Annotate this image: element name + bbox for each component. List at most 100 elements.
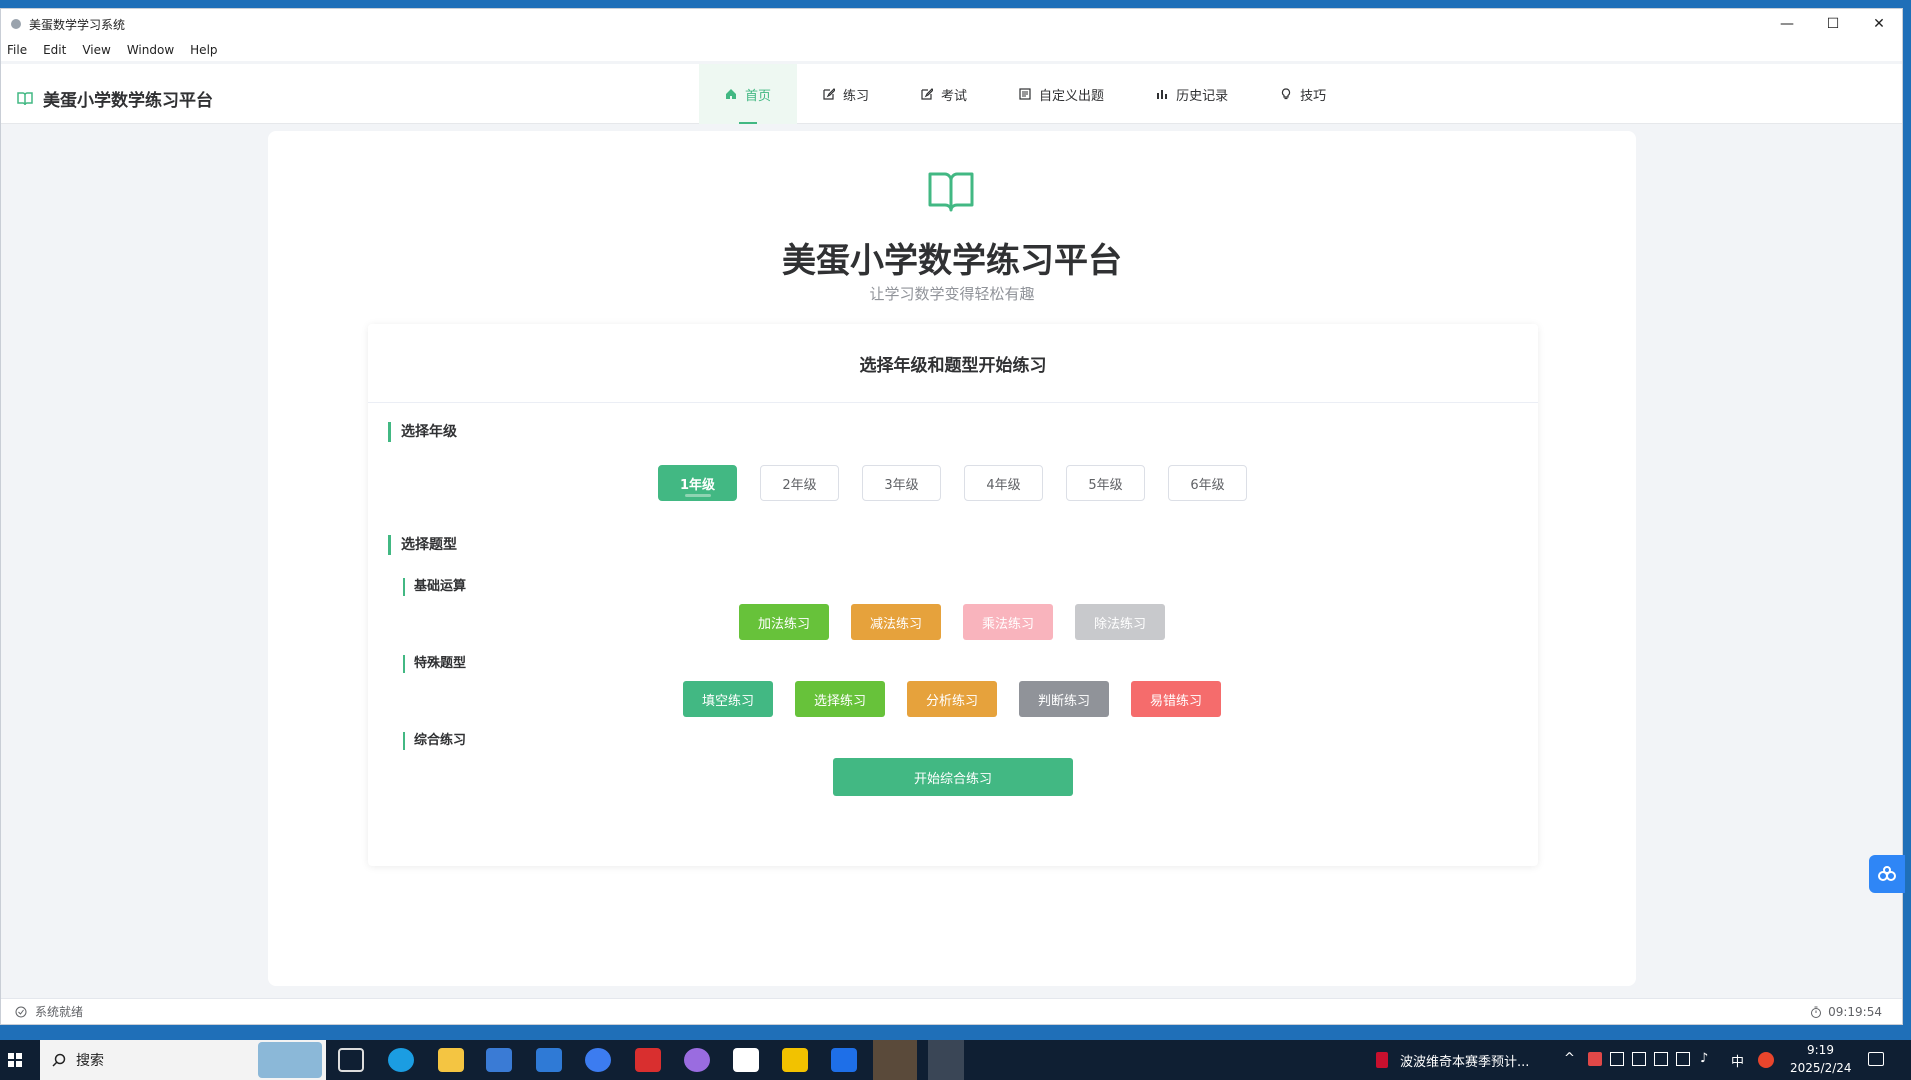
brand[interactable]: 美蛋小学数学练习平台	[17, 86, 213, 111]
window-title: 美蛋数学学习系统	[29, 17, 126, 32]
close-button[interactable]: ✕	[1856, 9, 1902, 39]
nav-history[interactable]: 历史记录	[1130, 64, 1254, 124]
sogou-tray-icon[interactable]	[1758, 1052, 1774, 1068]
multiplication-button[interactable]: 乘法练习	[963, 604, 1053, 640]
hero-title: 美蛋小学数学练习平台	[782, 241, 1122, 281]
grade-button-5[interactable]: 5年级	[1066, 465, 1145, 501]
taskbar: 搜索 波波维奇本赛季预计... ^ ♪ 中 9:19 2025/2/24	[0, 1040, 1911, 1080]
maximize-button[interactable]: ☐	[1810, 9, 1856, 39]
judge-button[interactable]: 判断练习	[1019, 681, 1109, 717]
nav-exam-label: 考试	[941, 88, 968, 104]
mistakes-button[interactable]: 易错练习	[1131, 681, 1221, 717]
security-tray-icon[interactable]	[1588, 1052, 1602, 1066]
choice-button[interactable]: 选择练习	[795, 681, 885, 717]
grade-button-2[interactable]: 2年级	[760, 465, 839, 501]
main-nav: 首页 练习 考试 自定义出题 历史记录 技巧	[699, 64, 1352, 124]
analysis-button[interactable]: 分析练习	[907, 681, 997, 717]
bulb-icon	[1281, 88, 1291, 100]
panel-title: 选择年级和题型开始练习	[368, 324, 1538, 403]
grade-section-label: 选择年级	[388, 422, 457, 442]
ime-indicator[interactable]: 中	[1731, 1051, 1744, 1070]
selection-panel: 选择年级和题型开始练习 选择年级 1年级 2年级 3年级 4年级 5年级 6年级…	[368, 324, 1538, 866]
nav-history-label: 历史记录	[1176, 88, 1229, 104]
edit-icon	[921, 88, 934, 100]
basic-label: 基础运算	[403, 578, 466, 596]
special-label: 特殊题型	[403, 655, 466, 673]
notification-icon[interactable]	[1868, 1052, 1884, 1066]
windows-start-icon[interactable]	[8, 1053, 22, 1067]
hero-subtitle: 让学习数学变得轻松有趣	[869, 285, 1035, 303]
nav-home-label: 首页	[745, 88, 772, 104]
assistant-icon	[1878, 866, 1896, 881]
search-icon	[52, 1053, 66, 1067]
store-icon[interactable]	[486, 1048, 512, 1072]
menu-file[interactable]: File	[7, 43, 27, 57]
book-icon	[928, 172, 974, 212]
brand-title: 美蛋小学数学练习平台	[43, 91, 213, 111]
addition-button[interactable]: 加法练习	[739, 604, 829, 640]
grade-button-6[interactable]: 6年级	[1168, 465, 1247, 501]
mail-icon[interactable]	[536, 1048, 562, 1072]
grade-button-1[interactable]: 1年级	[658, 465, 737, 501]
taskbar-search[interactable]: 搜索	[40, 1040, 326, 1080]
assistant-float-button[interactable]	[1869, 855, 1905, 893]
division-button[interactable]: 除法练习	[1075, 604, 1165, 640]
menu-edit[interactable]: Edit	[43, 43, 66, 57]
nav-exam[interactable]: 考试	[895, 64, 993, 124]
task-view-icon[interactable]	[338, 1048, 364, 1072]
edit-icon	[823, 88, 836, 100]
combo-label: 综合练习	[403, 732, 466, 750]
nav-custom-label: 自定义出题	[1039, 88, 1105, 104]
battery-tray-icon[interactable]	[1654, 1052, 1668, 1066]
nav-practice[interactable]: 练习	[797, 64, 895, 124]
document-icon	[1019, 88, 1031, 100]
chart-tray-icon[interactable]	[1632, 1052, 1646, 1066]
volume-icon[interactable]: ♪	[1700, 1051, 1708, 1066]
book-icon	[17, 91, 33, 105]
app-icon	[11, 19, 21, 29]
start-combo-button[interactable]: 开始综合练习	[833, 758, 1073, 796]
menu-bar: File Edit View Window Help	[1, 39, 1902, 61]
app-icon-blue[interactable]	[831, 1048, 857, 1072]
app-header: 美蛋小学数学练习平台 首页 练习 考试 自定义出题 历史记录 技巧	[1, 64, 1902, 124]
minimize-button[interactable]: —	[1764, 9, 1810, 39]
math-app-taskbar-icon[interactable]	[928, 1040, 964, 1080]
tray-icons	[1588, 1052, 1692, 1068]
wechat-icon[interactable]	[873, 1040, 917, 1080]
news-ticker[interactable]: 波波维奇本赛季预计...	[1400, 1051, 1529, 1070]
file-explorer-icon[interactable]	[438, 1048, 464, 1072]
assistant-app-icon[interactable]	[733, 1048, 759, 1072]
check-circle-icon	[15, 1006, 27, 1017]
news-icon	[1376, 1052, 1388, 1068]
search-label: 搜索	[76, 1053, 104, 1069]
status-text: 系统就绪	[35, 1005, 84, 1019]
menu-help[interactable]: Help	[190, 43, 217, 57]
status-time: 09:19:54	[1828, 1004, 1882, 1019]
menu-view[interactable]: View	[82, 43, 110, 57]
menu-window[interactable]: Window	[127, 43, 174, 57]
clock-icon	[1811, 1006, 1822, 1018]
tray-overflow-icon[interactable]: ^	[1564, 1051, 1575, 1066]
clock-date[interactable]: 2025/2/24	[1790, 1061, 1852, 1075]
fill-blank-button[interactable]: 填空练习	[683, 681, 773, 717]
app-window: 美蛋数学学习系统 — ☐ ✕ File Edit View Window Hel…	[0, 8, 1903, 1025]
app-icon-purple[interactable]	[684, 1048, 710, 1072]
title-bar: 美蛋数学学习系统 — ☐ ✕	[1, 9, 1902, 39]
bar-chart-icon	[1157, 90, 1168, 99]
sync-tray-icon[interactable]	[1610, 1052, 1624, 1066]
network-tray-icon[interactable]	[1676, 1052, 1690, 1066]
home-card: 美蛋小学数学练习平台 让学习数学变得轻松有趣 选择年级和题型开始练习 选择年级 …	[268, 131, 1636, 986]
nav-custom[interactable]: 自定义出题	[993, 64, 1130, 124]
browser-icon[interactable]	[585, 1048, 611, 1072]
nav-tips[interactable]: 技巧	[1254, 64, 1352, 124]
subtraction-button[interactable]: 减法练习	[851, 604, 941, 640]
grade-button-3[interactable]: 3年级	[862, 465, 941, 501]
nav-practice-label: 练习	[843, 88, 870, 104]
nav-home[interactable]: 首页	[699, 64, 798, 124]
wps-icon[interactable]	[635, 1048, 661, 1072]
edge-icon[interactable]	[388, 1048, 414, 1072]
clock-time[interactable]: 9:19	[1807, 1043, 1834, 1057]
type-section-label: 选择题型	[388, 535, 457, 555]
app-icon-yellow[interactable]	[782, 1048, 808, 1072]
grade-button-4[interactable]: 4年级	[964, 465, 1043, 501]
